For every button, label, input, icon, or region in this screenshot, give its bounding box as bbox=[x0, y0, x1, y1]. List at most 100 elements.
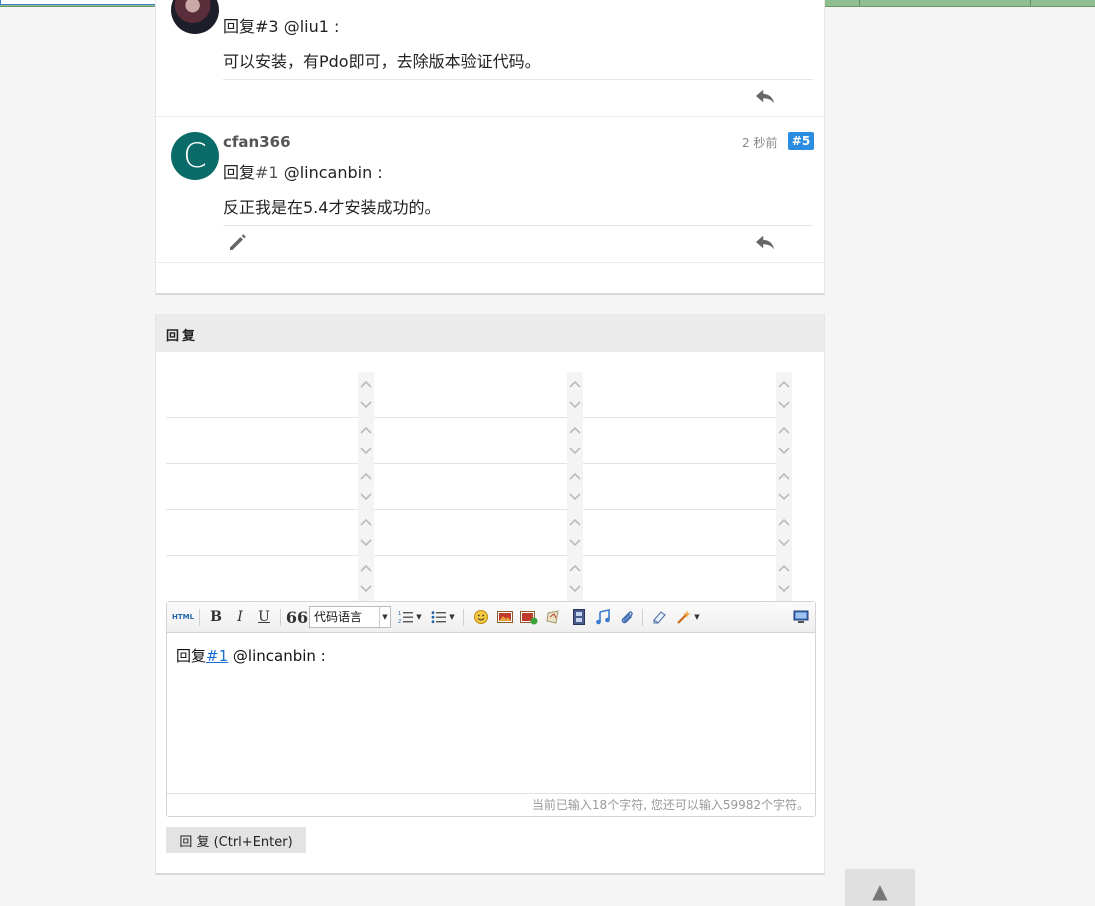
chevron-down-icon[interactable] bbox=[778, 447, 790, 455]
unordered-list-icon[interactable]: ▼ bbox=[429, 607, 457, 627]
chevron-up-icon[interactable] bbox=[778, 518, 790, 526]
chevron-down-icon[interactable] bbox=[360, 447, 372, 455]
quote-button[interactable]: 66 bbox=[286, 607, 308, 627]
underline-button[interactable]: U bbox=[255, 607, 273, 627]
chevron-up-icon[interactable] bbox=[360, 518, 372, 526]
toolbar-separator bbox=[642, 609, 643, 626]
spin-buttons[interactable] bbox=[776, 510, 792, 556]
chevron-down-icon[interactable] bbox=[360, 401, 372, 409]
chevron-down-icon[interactable] bbox=[569, 401, 581, 409]
spin-buttons[interactable] bbox=[358, 372, 374, 418]
post-time: 2 秒前 bbox=[742, 136, 778, 150]
chevron-up-icon[interactable] bbox=[360, 380, 372, 388]
chevron-down-icon[interactable] bbox=[569, 447, 581, 455]
fullscreen-icon[interactable] bbox=[791, 607, 811, 627]
svg-text:1: 1 bbox=[398, 611, 401, 617]
reply-card: 回复 HTML B I U 66 代码语言 ▼ 1 2 ▼ ▼ ▼ 回复#1 @… bbox=[155, 314, 825, 875]
chevron-down-icon[interactable] bbox=[778, 401, 790, 409]
code-language-select[interactable]: 代码语言 ▼ bbox=[309, 606, 391, 628]
back-to-top-button[interactable]: ▲ bbox=[845, 869, 915, 906]
chevron-down-icon[interactable] bbox=[360, 585, 372, 593]
chevron-up-icon[interactable] bbox=[569, 380, 581, 388]
toolbar-separator bbox=[280, 609, 281, 626]
divider bbox=[223, 79, 813, 80]
reply-icon[interactable] bbox=[754, 233, 776, 251]
grid-row bbox=[166, 464, 792, 510]
chevron-up-icon[interactable] bbox=[569, 472, 581, 480]
toolbar-separator bbox=[463, 609, 464, 626]
edit-icon[interactable] bbox=[228, 232, 248, 252]
post-content: 可以安装，有Pdo即可，去除版本验证代码。 bbox=[223, 52, 541, 71]
spin-buttons[interactable] bbox=[567, 464, 583, 510]
reply-ref-link[interactable]: #1 bbox=[255, 163, 279, 182]
chevron-up-icon[interactable] bbox=[778, 426, 790, 434]
floor-badge[interactable]: #5 bbox=[788, 132, 814, 150]
italic-button[interactable]: I bbox=[231, 607, 249, 627]
bold-button[interactable]: B bbox=[207, 607, 225, 627]
chevron-up-icon[interactable] bbox=[778, 380, 790, 388]
spin-buttons[interactable] bbox=[776, 372, 792, 418]
chevron-down-icon[interactable] bbox=[569, 493, 581, 501]
image-icon[interactable] bbox=[495, 607, 515, 627]
editor-toolbar: HTML B I U 66 代码语言 ▼ 1 2 ▼ ▼ ▼ bbox=[167, 602, 815, 633]
reply-header: 回复 bbox=[156, 314, 824, 352]
html-icon[interactable]: HTML bbox=[171, 607, 195, 627]
strip-separator bbox=[859, 0, 860, 6]
divider bbox=[223, 225, 813, 226]
chevron-down-icon[interactable] bbox=[778, 539, 790, 547]
flash-icon[interactable] bbox=[543, 607, 563, 627]
submit-reply-button[interactable]: 回 复 (Ctrl+Enter) bbox=[166, 827, 306, 853]
upload-image-icon[interactable] bbox=[519, 607, 539, 627]
avatar[interactable]: C bbox=[171, 132, 219, 180]
chevron-up-icon[interactable] bbox=[569, 518, 581, 526]
reply-reference: 回复#3 @liu1 : bbox=[223, 17, 340, 36]
emoticon-icon[interactable] bbox=[471, 607, 491, 627]
spin-buttons[interactable] bbox=[567, 418, 583, 464]
spin-buttons[interactable] bbox=[776, 418, 792, 464]
spin-buttons[interactable] bbox=[567, 556, 583, 602]
editor-text: 回复 bbox=[176, 647, 207, 665]
char-count-status: 当前已输入18个字符, 您还可以输入59982个字符。 bbox=[167, 793, 815, 816]
code-language-value: 代码语言 bbox=[314, 610, 363, 624]
chevron-down-icon[interactable] bbox=[569, 585, 581, 593]
grid-row bbox=[166, 510, 792, 556]
chevron-up-icon[interactable] bbox=[360, 426, 372, 434]
chevron-down-icon[interactable] bbox=[778, 493, 790, 501]
spin-buttons[interactable] bbox=[567, 510, 583, 556]
editor-ref-link[interactable]: #1 bbox=[206, 647, 228, 665]
chevron-up-icon[interactable] bbox=[360, 472, 372, 480]
grid-row bbox=[166, 556, 792, 602]
editor-textarea[interactable]: 回复#1 @lincanbin : bbox=[176, 645, 326, 666]
spin-buttons[interactable] bbox=[358, 510, 374, 556]
chevron-up-icon[interactable] bbox=[778, 472, 790, 480]
grid-row bbox=[166, 418, 792, 464]
chevron-down-icon[interactable] bbox=[569, 539, 581, 547]
chevron-down-icon[interactable] bbox=[778, 585, 790, 593]
chevron-down-icon[interactable] bbox=[360, 493, 372, 501]
magic-icon[interactable]: ▼ bbox=[673, 607, 703, 627]
caret-down-icon: ▼ bbox=[379, 607, 390, 627]
chevron-down-icon[interactable] bbox=[360, 539, 372, 547]
reply-icon[interactable] bbox=[754, 87, 776, 105]
reply-ref-link[interactable]: #3 bbox=[255, 17, 279, 36]
spin-buttons[interactable] bbox=[776, 464, 792, 510]
avatar[interactable] bbox=[171, 0, 219, 34]
attachment-icon[interactable] bbox=[617, 607, 637, 627]
ordered-list-icon[interactable]: 1 2 ▼ bbox=[396, 607, 424, 627]
spin-buttons[interactable] bbox=[358, 464, 374, 510]
strip-separator bbox=[1030, 0, 1031, 6]
chevron-up-icon[interactable] bbox=[569, 564, 581, 572]
editor-mention: @lincanbin : bbox=[228, 647, 326, 665]
chevron-up-icon[interactable] bbox=[360, 564, 372, 572]
post-content: 反正我是在5.4才安装成功的。 bbox=[223, 198, 441, 217]
spin-buttons[interactable] bbox=[567, 372, 583, 418]
eraser-icon[interactable] bbox=[649, 607, 669, 627]
video-icon[interactable] bbox=[569, 607, 589, 627]
music-icon[interactable] bbox=[593, 607, 613, 627]
chevron-up-icon[interactable] bbox=[778, 564, 790, 572]
chevron-up-icon[interactable] bbox=[569, 426, 581, 434]
username-link[interactable]: cfan366 bbox=[223, 133, 291, 151]
spin-buttons[interactable] bbox=[358, 418, 374, 464]
spin-buttons[interactable] bbox=[358, 556, 374, 602]
spin-buttons[interactable] bbox=[776, 556, 792, 602]
